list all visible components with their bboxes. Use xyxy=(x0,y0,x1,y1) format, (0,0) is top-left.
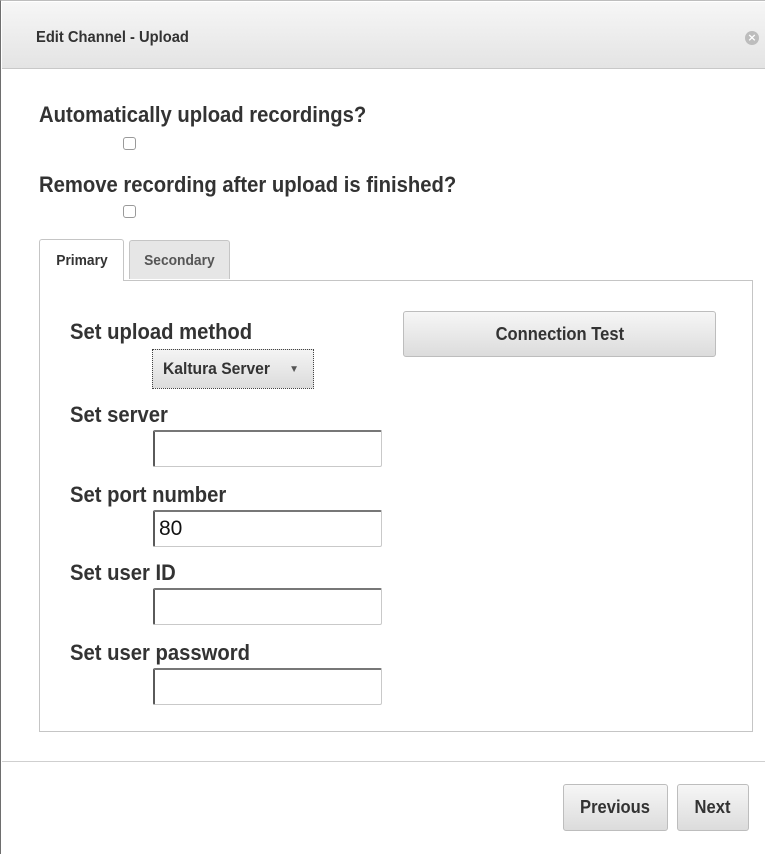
dialog-titlebar: Edit Channel - Upload × xyxy=(2,2,765,69)
footer-divider xyxy=(2,761,765,762)
chevron-down-icon: ▼ xyxy=(289,364,299,375)
tab-primary-label: Primary xyxy=(55,252,108,269)
user-id-label: Set user ID xyxy=(70,560,176,585)
next-label: Next xyxy=(695,797,731,817)
edit-channel-dialog: Edit Channel - Upload × Automatically up… xyxy=(0,0,765,854)
server-input[interactable] xyxy=(153,430,382,467)
auto-upload-checkbox[interactable] xyxy=(123,137,136,150)
port-input[interactable] xyxy=(153,510,382,547)
remove-after-upload-checkbox[interactable] xyxy=(123,205,136,218)
upload-method-label: Set upload method xyxy=(70,319,253,344)
previous-label: Previous xyxy=(580,797,651,817)
connection-test-button[interactable]: Connection Test xyxy=(403,311,716,357)
tab-secondary[interactable]: Secondary xyxy=(129,240,230,279)
tab-primary[interactable]: Primary xyxy=(39,239,124,281)
password-input[interactable] xyxy=(153,668,382,705)
remove-after-upload-label: Remove recording after upload is finishe… xyxy=(39,172,457,197)
server-label: Set server xyxy=(70,402,168,427)
tab-secondary-label: Secondary xyxy=(144,251,215,269)
next-button[interactable]: Next xyxy=(677,784,749,831)
user-id-input[interactable] xyxy=(153,588,382,625)
auto-upload-label: Automatically upload recordings? xyxy=(39,102,367,127)
upload-method-select[interactable]: Kaltura Server ▼ xyxy=(152,349,314,389)
port-label: Set port number xyxy=(70,482,227,507)
dialog-title: Edit Channel - Upload xyxy=(36,29,189,46)
upload-method-value: Kaltura Server xyxy=(163,359,270,378)
connection-test-label: Connection Test xyxy=(495,323,624,344)
password-label: Set user password xyxy=(70,640,250,665)
close-icon[interactable]: × xyxy=(745,31,759,45)
previous-button[interactable]: Previous xyxy=(563,784,668,831)
